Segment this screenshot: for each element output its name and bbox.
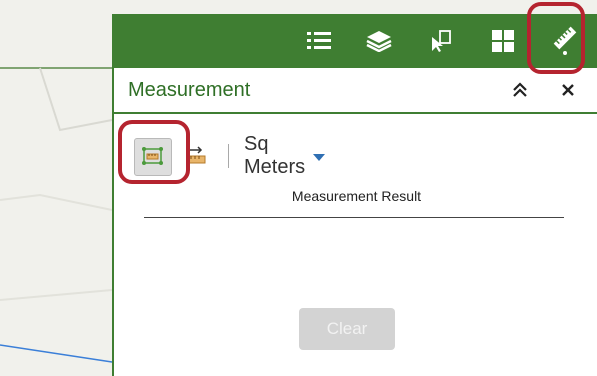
caret-down-icon (313, 153, 326, 161)
widget-toolbar (112, 14, 597, 68)
layers-icon[interactable] (362, 25, 396, 57)
legend-list-icon[interactable] (302, 25, 336, 57)
toolbar-separator (228, 144, 229, 168)
distance-measure-icon (186, 146, 206, 164)
unit-label: Sq Meters (244, 133, 306, 178)
clear-button[interactable]: Clear (299, 308, 395, 350)
select-pointer-icon[interactable] (424, 25, 458, 57)
ruler-measure-icon[interactable] (548, 25, 582, 57)
measurement-panel: Measurement Sq Meters Measurement Result… (112, 68, 597, 376)
distance-measure-button[interactable] (184, 144, 208, 168)
result-divider (144, 217, 564, 218)
panel-title: Measurement (128, 79, 251, 101)
unit-dropdown[interactable]: Sq Meters (244, 133, 326, 178)
grid-apps-icon[interactable] (486, 25, 520, 57)
result-header: Measurement Result (291, 188, 422, 204)
panel-header: Measurement (114, 68, 597, 114)
area-measure-button[interactable] (134, 138, 172, 176)
area-measure-icon (142, 147, 163, 165)
double-chevron-up-icon[interactable] (508, 78, 532, 102)
close-icon[interactable] (556, 78, 580, 102)
